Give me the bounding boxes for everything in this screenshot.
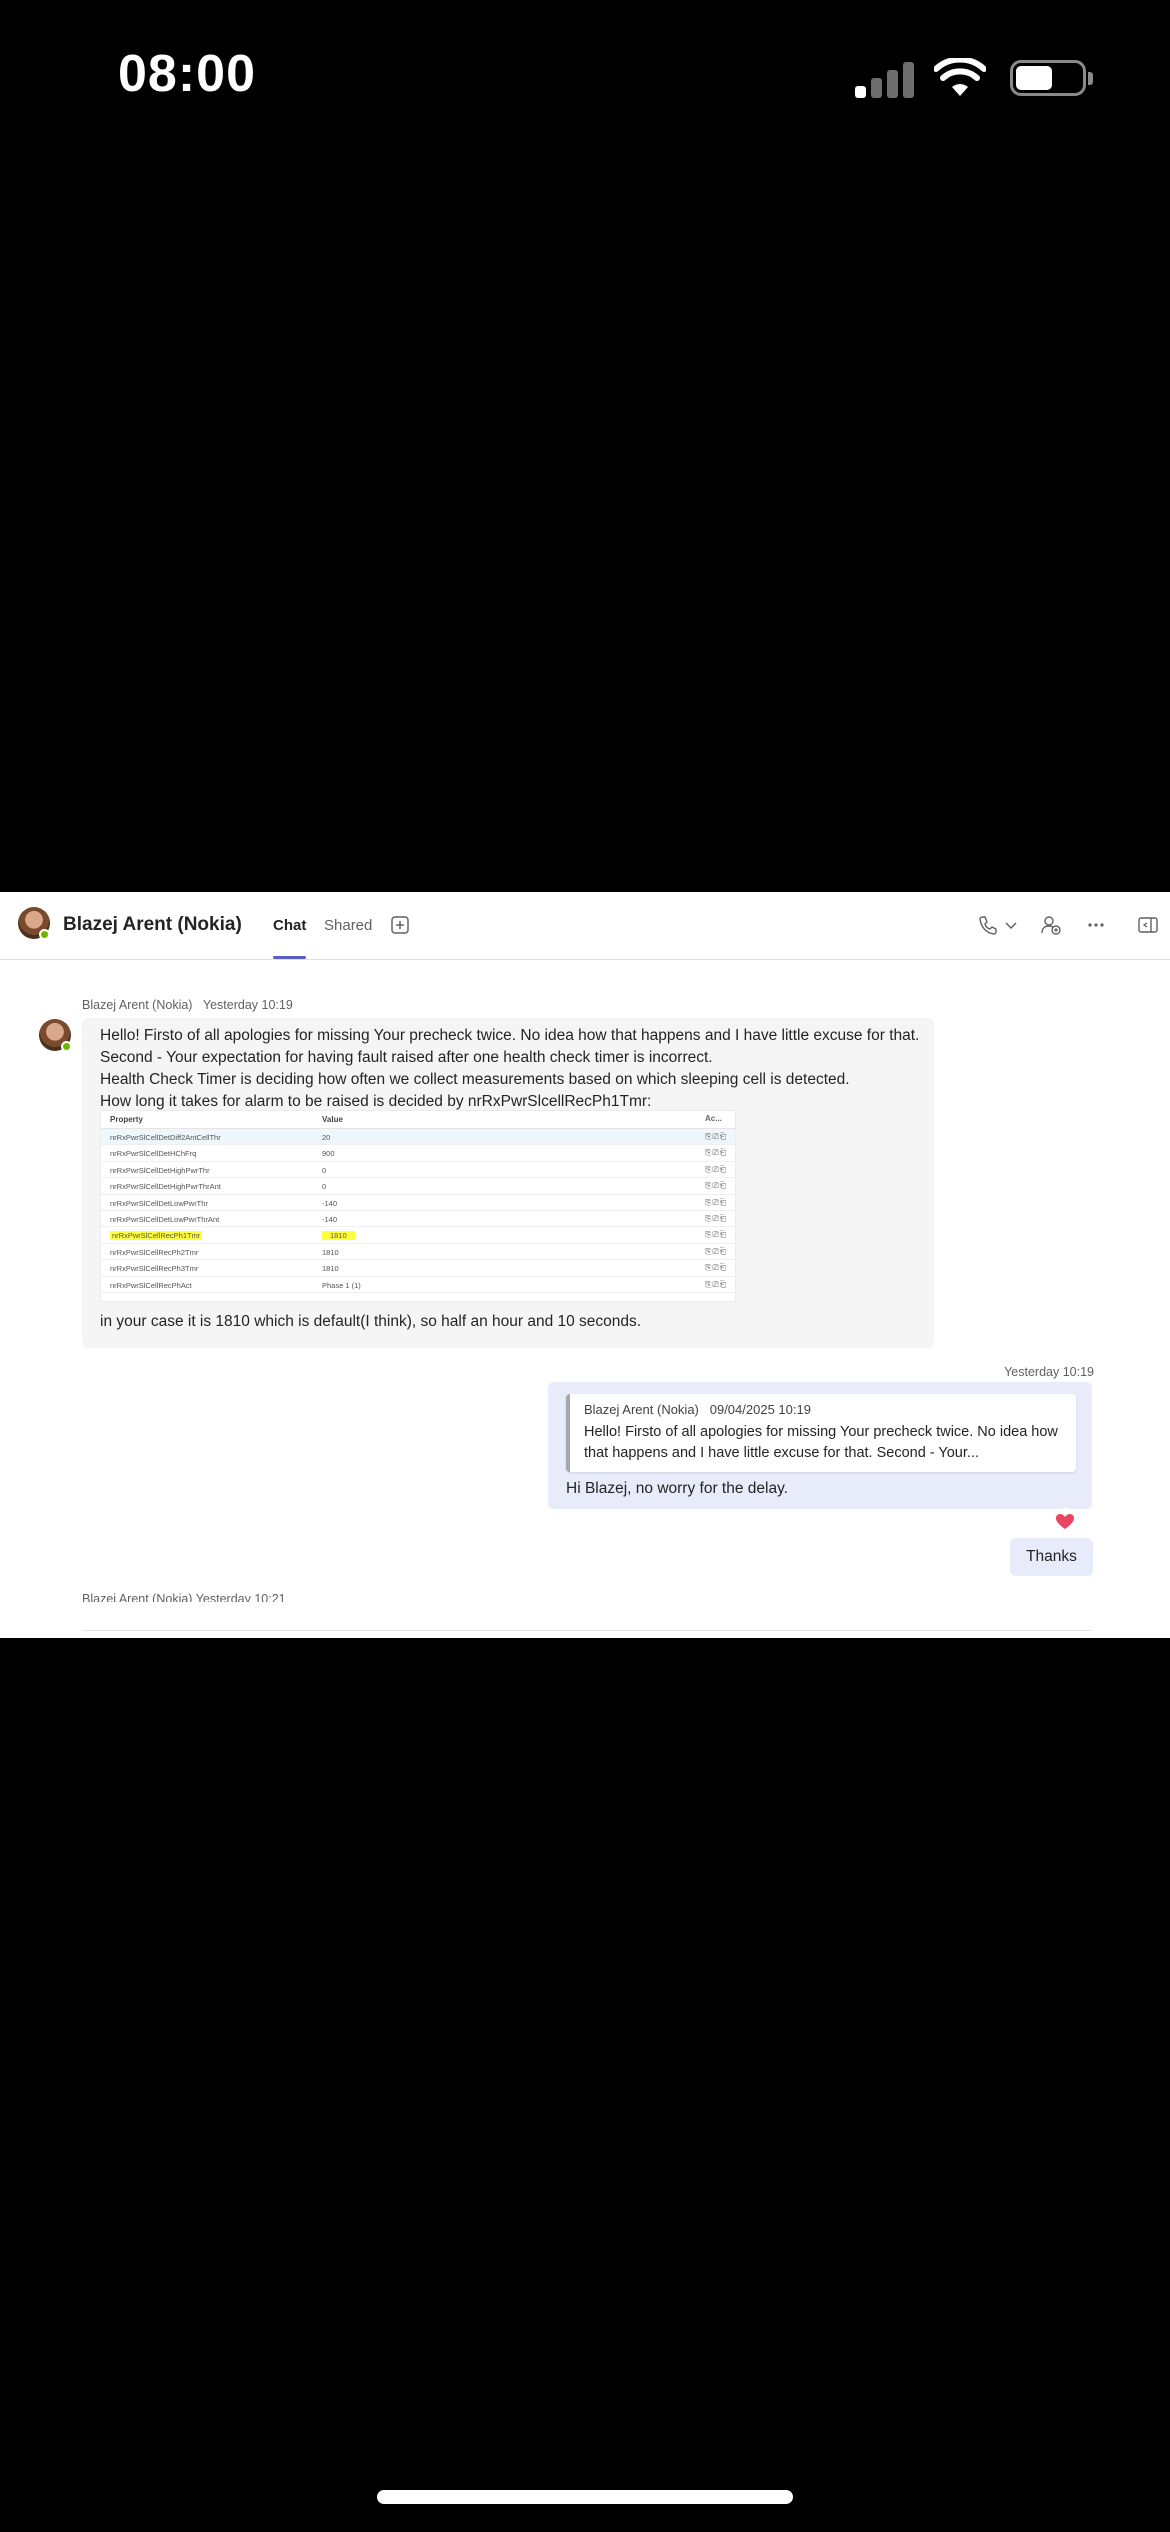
call-icon[interactable] [977, 914, 999, 936]
message-line: How long it takes for alarm to be raised… [100, 1093, 652, 1110]
row-action-icons: ⎘⎚⎗ [705, 1164, 728, 1174]
row-action-icons: ⎘⎚⎗ [705, 1148, 728, 1158]
tab-chat[interactable]: Chat [273, 917, 306, 934]
table-row: nrRxPwrSlCellDetHChFrq 900 ⎘⎚⎗ [101, 1145, 735, 1162]
row-action-icons: ⎘⎚⎗ [705, 1197, 728, 1207]
presence-available-icon [61, 1041, 72, 1052]
row-action-icons: ⎘⎚⎗ [705, 1132, 728, 1141]
table-row: nrRxPwrSlCellDetHighPwrThrAnt 0 ⎘⎚⎗ [101, 1178, 735, 1195]
incoming-sender-line: Blazej Arent (Nokia) Yesterday 10:19 [82, 998, 293, 1012]
table-row: nrRxPwrSlCellDetLowPwrThrAnt -140 ⎘⎚⎗ [101, 1211, 735, 1228]
message-footer-line: in your case it is 1810 which is default… [100, 1313, 642, 1330]
cellular-signal-icon [855, 58, 915, 98]
property-cell: nrRxPwrSlCellDetHChFrq [110, 1149, 197, 1159]
wifi-icon [934, 58, 986, 96]
value-cell: 20 [322, 1133, 331, 1142]
message-line: Second - Your expectation for having fau… [100, 1049, 713, 1066]
thanks-message[interactable]: Thanks [1010, 1538, 1093, 1576]
property-cell: nrRxPwrSlCellRecPh3Tmr [110, 1264, 199, 1274]
row-action-icons: ⎘⎚⎗ [705, 1214, 728, 1223]
table-row: nrRxPwrSlCellRecPh3Tmr 1810 ⎘⎚⎗ [101, 1260, 735, 1277]
value-cell: Phase 1 (1) [322, 1280, 361, 1290]
value-cell: 1810 [322, 1264, 339, 1274]
active-tab-indicator [273, 956, 306, 959]
quoted-message[interactable]: Blazej Arent (Nokia) 09/04/2025 10:19 He… [566, 1394, 1076, 1472]
attached-properties-screenshot[interactable]: Property Value Ac... nrRxPwrSlCellDetDif… [100, 1110, 736, 1302]
row-action-icons: ⎘⎚⎗ [705, 1230, 728, 1240]
column-header-value: Value [322, 1115, 343, 1124]
table-row: nrRxPwrSlCellRecPhAct Phase 1 (1) ⎘⎚⎗ [101, 1277, 735, 1293]
property-cell: nrRxPwrSlCellRecPhAct [110, 1280, 192, 1290]
home-indicator[interactable] [377, 2490, 793, 2504]
property-cell: nrRxPwrSlCellDetDiff2AntCellThr [110, 1133, 221, 1142]
table-row-highlighted: nrRxPwrSlCellRecPh1Tmr 1810 ⎘⎚⎗ [101, 1227, 735, 1244]
side-panel-icon[interactable] [1137, 914, 1159, 936]
value-cell: -140 [322, 1198, 338, 1208]
row-action-icons: ⎘⎚⎗ [705, 1246, 728, 1256]
outgoing-timestamp: Yesterday 10:19 [1004, 1365, 1094, 1379]
value-cell: 1810 [322, 1231, 355, 1241]
people-add-icon[interactable] [1040, 914, 1062, 936]
table-header: Property Value Ac... [101, 1111, 735, 1129]
divider [82, 1630, 1092, 1631]
property-cell: nrRxPwrSlCellDetLowPwrThrAnt [110, 1215, 220, 1224]
table-row: nrRxPwrSlCellDetLowPwrThr -140 ⎘⎚⎗ [101, 1195, 735, 1211]
table-row: nrRxPwrSlCellDetDiff2AntCellThr 20 ⎘⎚⎗ [101, 1129, 735, 1146]
value-cell: 0 [322, 1165, 327, 1175]
row-action-icons: ⎘⎚⎗ [705, 1279, 728, 1289]
quote-header: Blazej Arent (Nokia) 09/04/2025 10:19 [584, 1402, 811, 1417]
reply-text: Hi Blazej, no worry for the delay. [566, 1480, 788, 1497]
presence-available-icon [39, 929, 50, 940]
value-cell: -140 [322, 1215, 338, 1224]
column-header-property: Property [110, 1115, 143, 1124]
message-line: Health Check Timer is deciding how often… [100, 1071, 850, 1088]
row-action-icons: ⎘⎚⎗ [705, 1181, 728, 1191]
quote-text: Hello! Firsto of all apologies for missi… [584, 1424, 1058, 1461]
chat-header: Blazej Arent (Nokia) Chat Shared [0, 892, 1170, 960]
chevron-down-icon[interactable] [1004, 914, 1018, 936]
cut-off-sender-line: Blazej Arent (Nokia) Yesterday 10:21 [82, 1592, 286, 1602]
incoming-timestamp: Yesterday 10:19 [202, 998, 293, 1012]
value-cell: 900 [322, 1149, 335, 1159]
teams-chat-view: Blazej Arent (Nokia) Chat Shared Blazej … [0, 892, 1170, 1638]
status-time: 08:00 [118, 45, 256, 103]
property-cell: nrRxPwrSlCellRecPh1Tmr [110, 1231, 203, 1241]
quote-time: 09/04/2025 10:19 [709, 1402, 811, 1417]
column-header-actions: Ac... [705, 1114, 722, 1123]
value-cell: 0 [322, 1182, 327, 1192]
add-tab-icon[interactable] [389, 914, 411, 936]
contact-name: Blazej Arent (Nokia) [63, 914, 242, 935]
incoming-sender-name: Blazej Arent (Nokia) [82, 998, 193, 1012]
property-cell: nrRxPwrSlCellDetHighPwrThr [110, 1165, 210, 1175]
incoming-message[interactable]: Hello! Firsto of all apologies for missi… [82, 1018, 934, 1348]
heart-icon[interactable] [1050, 1508, 1080, 1534]
battery-icon [1010, 60, 1093, 96]
value-cell: 1810 [322, 1247, 339, 1257]
outgoing-message[interactable]: Blazej Arent (Nokia) 09/04/2025 10:19 He… [548, 1382, 1092, 1509]
property-cell: nrRxPwrSlCellDetHighPwrThrAnt [110, 1182, 221, 1192]
table-row: nrRxPwrSlCellRecPh2Tmr 1810 ⎘⎚⎗ [101, 1244, 735, 1261]
table-row: nrRxPwrSlCellDetHighPwrThr 0 ⎘⎚⎗ [101, 1162, 735, 1179]
property-cell: nrRxPwrSlCellDetLowPwrThr [110, 1198, 208, 1208]
quote-sender: Blazej Arent (Nokia) [584, 1402, 699, 1417]
status-bar: 08:00 [0, 0, 1170, 150]
more-options-icon[interactable] [1085, 914, 1107, 936]
message-line: Hello! Firsto of all apologies for missi… [100, 1027, 920, 1044]
tab-shared[interactable]: Shared [324, 917, 372, 934]
property-cell: nrRxPwrSlCellRecPh2Tmr [110, 1247, 199, 1257]
row-action-icons: ⎘⎚⎗ [705, 1263, 728, 1273]
